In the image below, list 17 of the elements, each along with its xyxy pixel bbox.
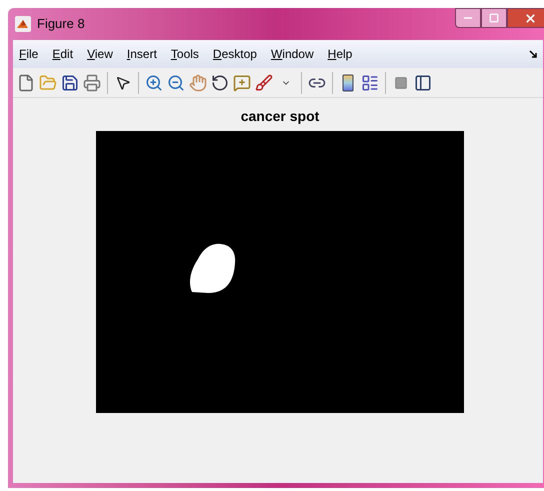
menu-item[interactable]: View	[87, 45, 113, 63]
menu-item[interactable]: File	[19, 45, 38, 63]
menu-item[interactable]: Window	[270, 45, 314, 63]
axes-title: cancer spot	[240, 107, 320, 126]
maximize-button[interactable]	[481, 8, 507, 28]
minimize-button[interactable]	[455, 8, 481, 28]
menu-item[interactable]: Tools	[170, 45, 199, 63]
app-logo-icon	[15, 16, 31, 32]
window-title: Figure 8	[37, 15, 85, 34]
menu-item[interactable]: Edit	[52, 45, 74, 63]
menu-item[interactable]: Desktop	[212, 45, 257, 63]
menu-item[interactable]: Insert	[126, 45, 157, 63]
maximize-icon	[489, 13, 499, 23]
dock-arrow-icon	[529, 50, 537, 58]
close-icon	[524, 12, 536, 24]
menu-item[interactable]: Help	[328, 45, 352, 63]
close-button[interactable]	[507, 8, 544, 28]
